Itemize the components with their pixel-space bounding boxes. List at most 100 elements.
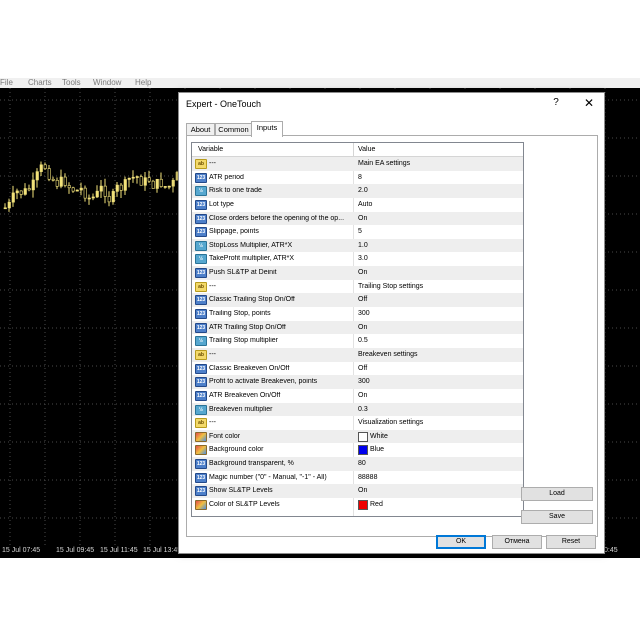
candle-body	[79, 187, 83, 191]
input-row[interactable]: 123 ATR Trailing Stop On/Off On	[192, 320, 523, 335]
input-value[interactable]: 2.0	[358, 187, 368, 194]
double-param-icon: ½	[195, 240, 207, 251]
menu-help[interactable]: Help	[135, 78, 151, 88]
input-value[interactable]: On	[358, 324, 367, 331]
input-row[interactable]: 123 Show SL&TP Levels On	[192, 484, 523, 499]
candle-body	[135, 176, 139, 178]
candle-body	[43, 164, 47, 169]
input-value[interactable]: 1.0	[358, 242, 368, 249]
help-button[interactable]: ?	[549, 97, 563, 108]
dialog-title: Expert - OneTouch	[186, 99, 262, 109]
color-swatch[interactable]	[358, 500, 368, 511]
color-swatch[interactable]	[358, 431, 368, 442]
candle-body	[147, 177, 151, 182]
input-row[interactable]: ½ TakeProfit multiplier, ATR*X 3.0	[192, 252, 523, 266]
input-value[interactable]: On	[358, 215, 367, 222]
input-value[interactable]: 300	[358, 378, 370, 385]
input-row[interactable]: ½ StopLoss Multiplier, ATR*X 1.0	[192, 238, 523, 253]
dialog-titlebar[interactable]: Expert - OneTouch ? ✕	[179, 93, 604, 117]
integer-param-icon: 123	[195, 377, 207, 388]
input-value[interactable]: On	[358, 392, 367, 399]
menu-file[interactable]: File	[0, 78, 13, 88]
reset-button[interactable]: Reset	[546, 535, 596, 549]
input-row[interactable]: 123 Slippage, points 5	[192, 225, 523, 239]
input-row[interactable]: ab --- Main EA settings	[192, 157, 523, 171]
input-row[interactable]: 123 Push SL&TP at Deinit On	[192, 266, 523, 280]
input-variable-name: Classic Breakeven On/Off	[209, 364, 290, 372]
input-value[interactable]: 3.0	[358, 255, 368, 262]
input-variable-name: ---	[209, 350, 216, 358]
candle-body	[19, 190, 23, 195]
input-value[interactable]: Visualization settings	[358, 419, 423, 426]
candle-body	[151, 180, 155, 189]
input-row[interactable]: 123 Close orders before the opening of th…	[192, 211, 523, 226]
candle-body	[115, 184, 119, 192]
menu-window[interactable]: Window	[93, 78, 121, 88]
time-tick: 15 Jul 13:45	[143, 547, 182, 554]
input-variable-name: Background color	[209, 446, 264, 454]
input-row[interactable]: 123 Classic Trailing Stop On/Off Off	[192, 293, 523, 308]
input-variable-name: Magic number ("0" - Manual, "-1" - All)	[209, 473, 327, 481]
integer-param-icon: 123	[195, 322, 207, 333]
input-value[interactable]: 8	[358, 174, 362, 181]
input-value[interactable]: Main EA settings	[358, 160, 410, 167]
input-row[interactable]: 123 ATR Breakeven On/Off On	[192, 389, 523, 403]
input-row[interactable]: ½ Risk to one trade 2.0	[192, 184, 523, 198]
inputs-panel: Variable Value ab --- Main EA settings 123 A…	[186, 135, 598, 537]
input-row[interactable]: 123 Background transparent, % 80	[192, 457, 523, 471]
input-row[interactable]: Font color White	[192, 429, 523, 444]
time-tick: 15 Jul 09:45	[56, 547, 95, 554]
input-row[interactable]: 123 ATR period 8	[192, 171, 523, 185]
save-button[interactable]: Save	[521, 510, 593, 524]
cancel-button[interactable]: Отмена	[492, 535, 542, 549]
input-variable-name: Lot type	[209, 200, 234, 208]
menu-tools[interactable]: Tools	[62, 78, 81, 88]
inputs-grid[interactable]: Variable Value ab --- Main EA settings 123 A…	[191, 142, 524, 517]
candle-body	[27, 188, 31, 191]
input-row[interactable]: 123 Classic Breakeven On/Off Off	[192, 362, 523, 376]
input-row[interactable]: ½ Breakeven multiplier 0.3	[192, 402, 523, 417]
input-row[interactable]: 123 Profit to activate Breakeven, points 3…	[192, 375, 523, 389]
input-variable-name: Risk to one trade	[209, 187, 262, 195]
column-header-variable[interactable]: Variable	[198, 146, 223, 153]
load-button[interactable]: Load	[521, 487, 593, 501]
input-value[interactable]: On	[358, 269, 367, 276]
input-value[interactable]: 80	[358, 460, 366, 467]
candle-body	[3, 207, 7, 210]
input-value[interactable]: 5	[358, 228, 362, 235]
input-row[interactable]: 123 Lot type Auto	[192, 198, 523, 212]
input-value[interactable]: 0.5	[358, 337, 368, 344]
input-value[interactable]: 300	[358, 310, 370, 317]
integer-param-icon: 123	[195, 268, 207, 279]
input-row[interactable]: 123 Trailing Stop, points 300	[192, 307, 523, 321]
input-row[interactable]: ab --- Breakeven settings	[192, 347, 523, 362]
input-value[interactable]: White	[370, 433, 388, 440]
input-row[interactable]: Background color Blue	[192, 443, 523, 457]
candle-body	[71, 187, 75, 192]
ok-button[interactable]: OK	[436, 535, 486, 549]
color-swatch[interactable]	[358, 445, 368, 456]
input-value[interactable]: Auto	[358, 201, 372, 208]
input-value[interactable]: 0.3	[358, 406, 368, 413]
input-value[interactable]: On	[358, 487, 367, 494]
input-value[interactable]: Off	[358, 296, 367, 303]
input-value[interactable]: Off	[358, 365, 367, 372]
input-row[interactable]: Color of SL&TP Levels Red	[192, 498, 523, 512]
input-row[interactable]: ab --- Trailing Stop settings	[192, 280, 523, 294]
candle-body	[75, 189, 79, 192]
input-value[interactable]: Red	[370, 501, 383, 508]
column-header-value[interactable]: Value	[358, 146, 375, 153]
close-button[interactable]: ✕	[582, 96, 596, 110]
input-row[interactable]: 123 Magic number ("0" - Manual, "-1" - Al…	[192, 471, 523, 485]
input-row[interactable]: ab --- Visualization settings	[192, 416, 523, 430]
input-row[interactable]: ½ Trailing Stop multiplier 0.5	[192, 334, 523, 348]
candle-body	[55, 180, 59, 187]
double-param-icon: ½	[195, 254, 207, 265]
input-value[interactable]: 88888	[358, 474, 377, 481]
input-value[interactable]: Trailing Stop settings	[358, 283, 423, 290]
input-value[interactable]: Breakeven settings	[358, 351, 418, 358]
input-value[interactable]: Blue	[370, 446, 384, 453]
menu-charts[interactable]: Charts	[28, 78, 52, 88]
tab-inputs[interactable]: Inputs	[251, 121, 283, 137]
column-divider[interactable]	[353, 143, 354, 156]
